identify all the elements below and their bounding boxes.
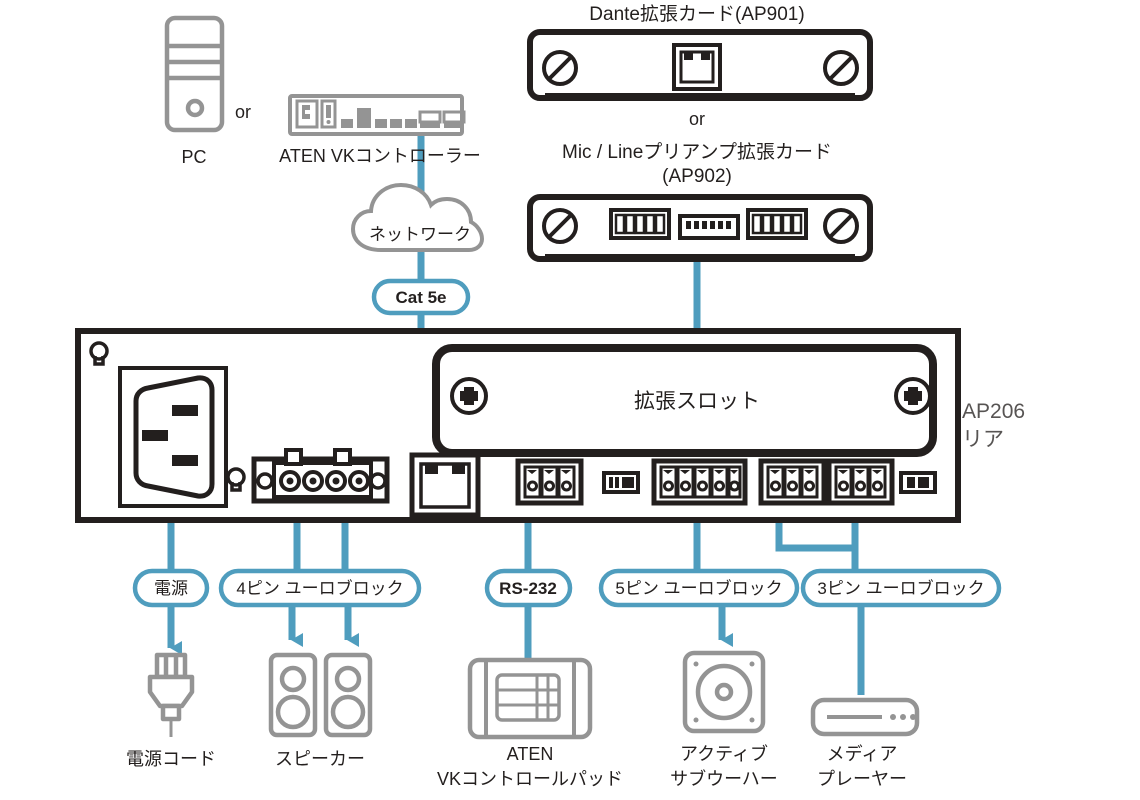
vk-controller-label: ATEN VKコントローラー <box>279 146 481 166</box>
device-name-line2: リア <box>962 428 1004 451</box>
pill-rs232-label: RS-232 <box>499 579 557 598</box>
chassis-euroblock-b <box>758 458 827 506</box>
pc-label: PC <box>181 147 206 167</box>
subwoofer-label-2: サブウーハー <box>670 768 778 789</box>
chassis-rj45-port <box>409 452 481 518</box>
chassis-small-connector-a <box>602 471 640 494</box>
ac-power-inlet <box>118 366 228 508</box>
network-cloud-label: ネットワーク <box>369 225 471 244</box>
dante-expansion-card <box>527 29 873 101</box>
speaker-label: スピーカー <box>275 749 365 769</box>
vk-control-pad-label-2: VKコントロールパッド <box>437 769 623 789</box>
card-terminal-middle <box>678 214 740 240</box>
pill-euroblock-3pin-label: 3ピン ユーロブロック <box>817 578 984 598</box>
vk-controller-icon <box>288 94 466 136</box>
connection-diagram: PC or ATEN VKコントローラー ネットワーク Cat 5e Dante… <box>75 3 1025 789</box>
slot-screw-right <box>894 377 932 415</box>
pill-euroblock-4pin-label: 4ピン ユーロブロック <box>236 578 403 598</box>
card-terminal-left <box>609 208 671 240</box>
ap206-chassis <box>75 328 961 523</box>
chassis-small-connector-b <box>899 471 937 494</box>
dante-card-title: Dante拡張カード(AP901) <box>589 3 804 25</box>
subwoofer-icon <box>682 650 766 734</box>
power-cord-label: 電源コード <box>126 749 216 769</box>
media-player-label-1: メディア <box>827 744 898 764</box>
or-label-left: or <box>235 102 251 122</box>
diagram-canvas: PC or ATEN VKコントローラー ネットワーク Cat 5e Dante… <box>0 0 1140 800</box>
slot-screw-left <box>450 377 488 415</box>
subwoofer-label-1: アクティブ <box>680 743 768 764</box>
speaker-icon <box>268 652 373 738</box>
power-cord-icon <box>147 652 195 737</box>
chassis-euroblock-a <box>515 458 584 506</box>
media-player-icon <box>810 697 920 737</box>
preamp-card-title-2: (AP902) <box>662 166 732 187</box>
chassis-euroblock-c <box>826 458 895 506</box>
pill-power-label: 電源 <box>154 579 188 598</box>
card-or-label: or <box>689 109 705 129</box>
chassis-4pin-euroblock <box>251 448 390 504</box>
expansion-slot-label: 拡張スロット <box>634 390 760 413</box>
pc-tower-icon <box>164 15 225 133</box>
preamp-card-title-1: Mic / Lineプリアンプ拡張カード <box>562 141 832 163</box>
media-player-label-2: プレーヤー <box>817 769 907 789</box>
chassis-euroblock-5pin <box>651 458 748 506</box>
card-terminal-right <box>746 208 808 240</box>
device-name-line1: AP206 <box>962 400 1025 423</box>
vk-control-pad-icon <box>467 657 593 740</box>
preamp-expansion-card <box>527 194 873 262</box>
pill-euroblock-5pin-label: 5ピン ユーロブロック <box>615 578 782 598</box>
vk-control-pad-label-1: ATEN <box>507 744 554 764</box>
cat5e-label: Cat 5e <box>395 288 446 307</box>
